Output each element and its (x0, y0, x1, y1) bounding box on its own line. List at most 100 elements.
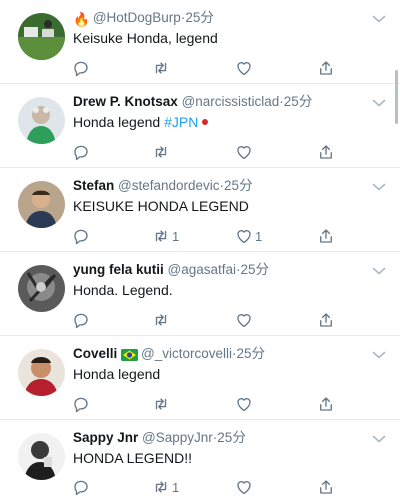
timestamp[interactable]: 25分 (224, 178, 253, 193)
share-icon (317, 227, 335, 245)
tweet-item[interactable]: yung fela kutii @agasatfai·25分 Honda. Le… (0, 252, 400, 336)
retweet-button[interactable] (152, 310, 172, 330)
avatar[interactable] (18, 97, 65, 144)
tweet-text: KEISUKE HONDA LEGEND (73, 198, 249, 214)
reply-icon (72, 59, 90, 77)
retweet-icon (152, 395, 170, 413)
avatar[interactable] (18, 13, 65, 60)
fire-emoji-icon: 🔥 (73, 12, 90, 27)
reply-icon (72, 478, 90, 496)
display-name[interactable]: yung fela kutii (73, 262, 164, 277)
display-name[interactable]: Covelli (73, 346, 117, 361)
tweet-item[interactable]: Covelli @_victorcovelli·25分 Honda legend (0, 336, 400, 420)
display-name[interactable]: Stefan (73, 178, 114, 193)
chevron-down-icon[interactable] (372, 14, 386, 24)
avatar[interactable] (18, 433, 65, 480)
share-icon (317, 478, 335, 496)
heart-icon (235, 478, 253, 496)
chevron-down-icon[interactable] (372, 434, 386, 444)
tweet-text: Keisuke Honda, legend (73, 30, 218, 46)
like-count: 1 (255, 228, 263, 244)
scrollbar[interactable] (395, 70, 398, 124)
reply-icon (72, 227, 90, 245)
brazil-flag-icon (121, 348, 139, 364)
chevron-down-icon[interactable] (372, 266, 386, 276)
share-icon (317, 311, 335, 329)
share-icon (317, 395, 335, 413)
heart-icon (235, 59, 253, 77)
tweet-text: Honda legend #JPN (73, 114, 380, 131)
timestamp[interactable]: 25分 (237, 346, 266, 361)
like-button[interactable] (235, 142, 255, 162)
reply-button[interactable] (72, 58, 90, 78)
avatar[interactable] (18, 265, 65, 312)
display-name[interactable]: Drew P. Knotsax (73, 94, 178, 109)
like-button[interactable] (235, 394, 255, 414)
like-button[interactable] (235, 58, 255, 78)
retweet-icon (152, 143, 170, 161)
heart-icon (235, 311, 253, 329)
retweet-button[interactable]: 1 (152, 477, 179, 497)
retweet-icon (152, 478, 170, 496)
tweet-actions (72, 394, 342, 414)
tweet-text-content: Honda legend (73, 114, 165, 130)
user-handle[interactable]: @SappyJnr (142, 430, 213, 445)
share-button[interactable] (317, 310, 335, 330)
tweet-actions (72, 58, 342, 78)
reply-button[interactable] (72, 142, 90, 162)
chevron-down-icon[interactable] (372, 98, 386, 108)
timestamp[interactable]: 25分 (217, 430, 246, 445)
share-icon (317, 143, 335, 161)
share-button[interactable] (317, 394, 335, 414)
tweet-actions: 1 (72, 477, 342, 497)
user-handle[interactable]: @agasatfai (168, 262, 237, 277)
like-button[interactable] (235, 477, 255, 497)
tweet-item[interactable]: 🔥 @HotDogBurp·25分 Keisuke Honda, legend (0, 0, 400, 84)
retweet-icon (152, 227, 170, 245)
tweet-feed: 🔥 @HotDogBurp·25分 Keisuke Honda, legend D… (0, 0, 400, 500)
tweet-item[interactable]: Sappy Jnr @SappyJnr·25分 HONDA LEGEND!! 1 (0, 420, 400, 500)
like-button[interactable]: 1 (235, 226, 262, 246)
reply-button[interactable] (72, 477, 90, 497)
red-dot-emoji-icon (202, 119, 209, 125)
tweet-actions (72, 310, 342, 330)
reply-button[interactable] (72, 310, 90, 330)
tweet-actions (72, 142, 342, 162)
avatar[interactable] (18, 181, 65, 228)
tweet-item[interactable]: Drew P. Knotsax @narcissisticlad·25分 Hon… (0, 84, 400, 168)
user-handle[interactable]: @narcissisticlad (182, 94, 280, 109)
avatar[interactable] (18, 349, 65, 396)
tweet-text: Honda legend (73, 366, 161, 382)
tweet-text: Honda. Legend. (73, 282, 173, 298)
retweet-button[interactable] (152, 142, 172, 162)
chevron-down-icon[interactable] (372, 182, 386, 192)
tweet-text: HONDA LEGEND!! (73, 450, 193, 466)
chevron-down-icon[interactable] (372, 350, 386, 360)
timestamp[interactable]: 25分 (241, 262, 270, 277)
user-handle[interactable]: @_victorcovelli (141, 346, 232, 361)
share-button[interactable] (317, 477, 335, 497)
retweet-icon (152, 311, 170, 329)
reply-button[interactable] (72, 394, 90, 414)
reply-icon (72, 395, 90, 413)
retweet-button[interactable]: 1 (152, 226, 179, 246)
retweet-count: 1 (172, 228, 180, 244)
retweet-icon (152, 59, 170, 77)
share-button[interactable] (317, 226, 335, 246)
heart-icon (235, 395, 253, 413)
share-icon (317, 59, 335, 77)
like-button[interactable] (235, 310, 255, 330)
retweet-button[interactable] (152, 394, 172, 414)
reply-icon (72, 143, 90, 161)
reply-button[interactable] (72, 226, 90, 246)
share-button[interactable] (317, 58, 335, 78)
timestamp[interactable]: 25分 (185, 10, 214, 25)
tweet-item[interactable]: Stefan @stefandordevic·25分 KEISUKE HONDA… (0, 168, 400, 252)
user-handle[interactable]: @stefandordevic (118, 178, 220, 193)
display-name[interactable]: Sappy Jnr (73, 430, 138, 445)
timestamp[interactable]: 25分 (284, 94, 313, 109)
user-handle[interactable]: @HotDogBurp (93, 10, 181, 25)
retweet-button[interactable] (152, 58, 172, 78)
hashtag-link[interactable]: #JPN (164, 114, 198, 130)
share-button[interactable] (317, 142, 335, 162)
